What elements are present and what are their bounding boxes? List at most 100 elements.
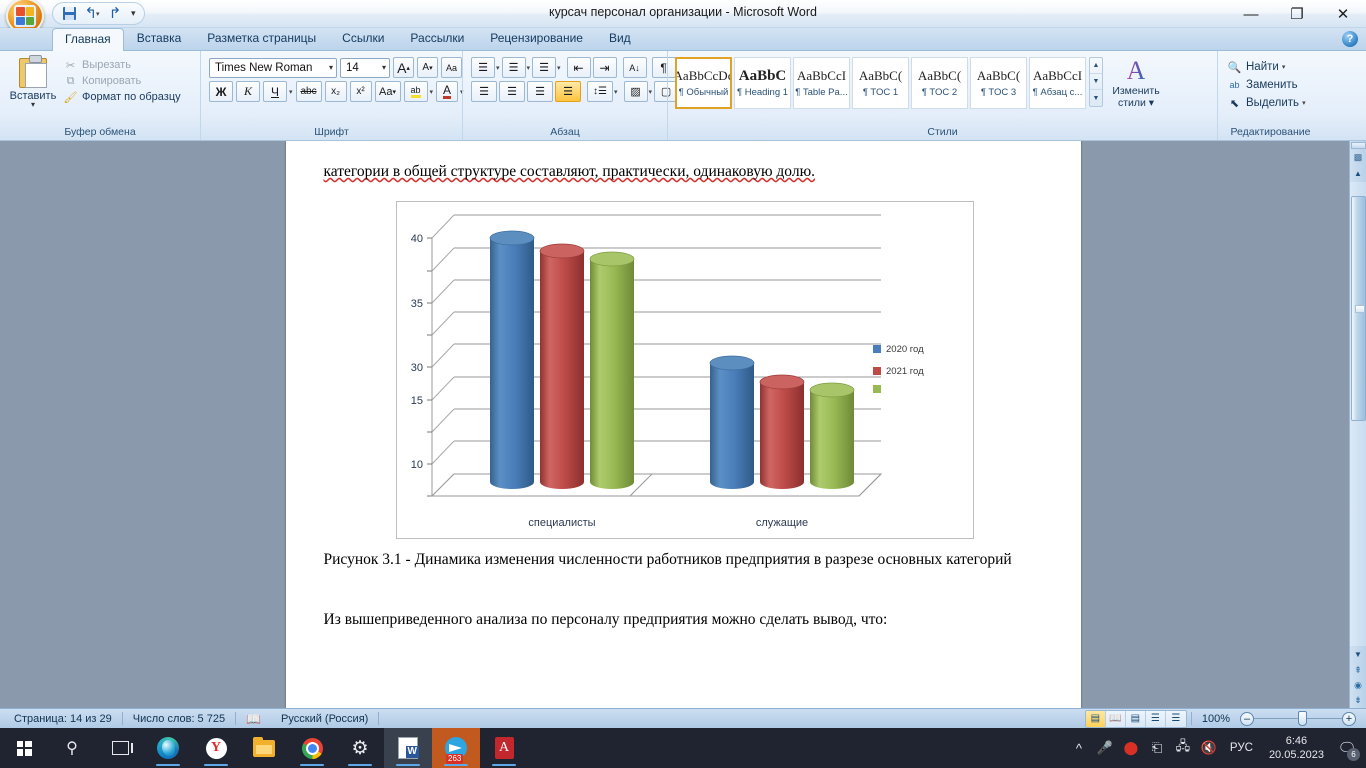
- sort-button[interactable]: A↓: [622, 57, 647, 78]
- view-web-layout-button[interactable]: ▤: [1125, 710, 1146, 727]
- numbering-button[interactable]: ☰: [501, 57, 526, 78]
- grow-font-button[interactable]: A ▴: [393, 57, 414, 78]
- highlight-caret-icon[interactable]: ▾: [430, 88, 434, 96]
- taskbar-file-explorer[interactable]: [240, 728, 288, 768]
- shading-button[interactable]: ▨: [623, 81, 648, 102]
- scroll-thumb[interactable]: [1350, 196, 1366, 421]
- zoom-track[interactable]: [1254, 711, 1342, 726]
- underline-caret-icon[interactable]: ▾: [289, 88, 293, 96]
- subscript-button[interactable]: x₂: [324, 81, 347, 102]
- font-color-button[interactable]: A: [436, 81, 459, 102]
- shading-caret-icon[interactable]: ▾: [649, 88, 653, 96]
- status-proofing[interactable]: 📖: [236, 712, 271, 726]
- change-styles-button[interactable]: A Изменить стили ▾: [1105, 54, 1167, 110]
- multilevel-caret-icon[interactable]: ▾: [557, 64, 561, 72]
- line-spacing-caret-icon[interactable]: ▾: [614, 88, 618, 96]
- replace-button[interactable]: ab Заменить: [1227, 78, 1306, 92]
- split-window-handle[interactable]: [1350, 142, 1366, 149]
- microphone-icon[interactable]: 🎤: [1092, 728, 1118, 768]
- shrink-font-button[interactable]: A ▾: [417, 57, 438, 78]
- view-outline-button[interactable]: ☰: [1145, 710, 1166, 727]
- underline-button[interactable]: Ч: [263, 81, 287, 102]
- document-canvas[interactable]: категории в общей структуре составляют, …: [0, 141, 1366, 708]
- strikethrough-button[interactable]: abc: [295, 81, 322, 102]
- minimize-button[interactable]: —: [1228, 0, 1274, 28]
- usb-icon[interactable]: ⎗: [1144, 728, 1170, 768]
- line-spacing-button[interactable]: ↕☰: [587, 81, 613, 102]
- view-full-screen-reading-button[interactable]: 📖: [1105, 710, 1126, 727]
- notification-center-button[interactable]: 🗨 6: [1332, 728, 1362, 768]
- select-browse-object-icon[interactable]: ▩: [1351, 150, 1366, 165]
- taskbar-acrobat[interactable]: A: [480, 728, 528, 768]
- tab-page-layout[interactable]: Разметка страницы: [194, 27, 329, 50]
- tab-review[interactable]: Рецензирование: [477, 27, 596, 50]
- figure-caption[interactable]: Рисунок 3.1 - Динамика изменения численн…: [324, 543, 1047, 577]
- paste-button[interactable]: Вставить ▾: [5, 54, 61, 109]
- text-highlight-button[interactable]: ab: [403, 81, 428, 102]
- bullets-caret-icon[interactable]: ▾: [496, 64, 500, 72]
- chart-object[interactable]: 40 35 30 15 10 специалисты служащие 2020…: [396, 201, 974, 539]
- style-item-toc-2[interactable]: AaBbC( ¶ TOC 2: [911, 57, 968, 109]
- style-item-abzats[interactable]: AaBbCcI ¶ Абзац с...: [1029, 57, 1086, 109]
- styles-scroll-down-icon[interactable]: ▼: [1090, 74, 1102, 90]
- taskbar-telegram[interactable]: 6 263: [432, 728, 480, 768]
- document-vertical-scrollbar[interactable]: ▩ ▲ ▼ ⇞ ◉ ⇟: [1349, 141, 1366, 708]
- tab-home[interactable]: Главная: [52, 28, 124, 51]
- language-indicator[interactable]: РУС: [1222, 742, 1261, 754]
- style-item-heading-1[interactable]: AaBbC ¶ Heading 1: [734, 57, 791, 109]
- multilevel-list-button[interactable]: ☰: [532, 57, 557, 78]
- scroll-down-button[interactable]: ▼: [1350, 646, 1366, 663]
- next-page-button[interactable]: ⇟: [1351, 693, 1366, 708]
- tab-references[interactable]: Ссылки: [329, 27, 397, 50]
- show-hidden-icons-button[interactable]: ^: [1066, 728, 1092, 768]
- tab-insert[interactable]: Вставка: [124, 27, 195, 50]
- network-icon[interactable]: 🖧: [1170, 728, 1196, 768]
- align-right-button[interactable]: ☰: [527, 81, 553, 102]
- status-word-count[interactable]: Число слов: 5 725: [123, 713, 235, 725]
- browse-object-button[interactable]: ◉: [1351, 678, 1366, 693]
- find-caret-icon[interactable]: ▾: [1282, 63, 1286, 71]
- styles-gallery-scrollbar[interactable]: ▲ ▼ ▼: [1089, 57, 1103, 107]
- view-print-layout-button[interactable]: ▤: [1085, 710, 1106, 727]
- scroll-up-button[interactable]: ▲: [1350, 165, 1366, 182]
- start-button[interactable]: [0, 728, 48, 768]
- style-item-table-paragraph[interactable]: AaBbCcI ¶ Table Pa...: [793, 57, 850, 109]
- clock[interactable]: 6:46 20.05.2023: [1261, 734, 1332, 762]
- font-name-combo[interactable]: Times New Roman ▾: [209, 57, 337, 78]
- select-button[interactable]: ⬉ Выделить ▾: [1227, 96, 1306, 110]
- format-painter-button[interactable]: 🖌 Формат по образцу: [63, 90, 181, 104]
- volume-muted-icon[interactable]: 🔇: [1196, 728, 1222, 768]
- increase-indent-button[interactable]: ⇥: [592, 57, 617, 78]
- font-size-caret-icon[interactable]: ▾: [376, 63, 386, 72]
- change-case-button[interactable]: Aa ▾: [374, 81, 401, 102]
- tab-view[interactable]: Вид: [596, 27, 644, 50]
- document-page[interactable]: категории в общей структуре составляют, …: [285, 141, 1081, 708]
- paragraph-below-figure[interactable]: Из вышеприведенного анализа по персоналу…: [324, 603, 1047, 637]
- bold-button[interactable]: Ж: [209, 81, 233, 102]
- style-item-normal[interactable]: AaBbCcDc ¶ Обычный: [675, 57, 732, 109]
- taskbar-settings[interactable]: ⚙: [336, 728, 384, 768]
- cut-button[interactable]: ✂ Вырезать: [63, 58, 181, 72]
- styles-more-icon[interactable]: ▼: [1090, 90, 1102, 106]
- maximize-button[interactable]: ❐: [1274, 0, 1320, 28]
- font-name-caret-icon[interactable]: ▾: [323, 63, 333, 72]
- style-item-toc-3[interactable]: AaBbC( ¶ TOC 3: [970, 57, 1027, 109]
- zoom-handle[interactable]: [1298, 711, 1307, 726]
- status-page[interactable]: Страница: 14 из 29: [4, 713, 122, 725]
- font-size-combo[interactable]: 14 ▾: [340, 57, 390, 78]
- taskbar-word[interactable]: [384, 728, 432, 768]
- taskbar-yandex[interactable]: Y: [192, 728, 240, 768]
- tab-mailings[interactable]: Рассылки: [397, 27, 477, 50]
- clear-formatting-button[interactable]: Aa: [441, 57, 462, 78]
- decrease-indent-button[interactable]: ⇤: [566, 57, 591, 78]
- paste-caret-icon[interactable]: ▾: [31, 101, 35, 109]
- zoom-level-label[interactable]: 100%: [1196, 713, 1236, 725]
- zoom-in-button[interactable]: +: [1342, 711, 1356, 726]
- superscript-button[interactable]: x²: [349, 81, 372, 102]
- task-view-button[interactable]: [96, 728, 144, 768]
- align-justify-button[interactable]: ☰: [555, 81, 581, 102]
- style-item-toc-1[interactable]: AaBbC( ¶ TOC 1: [852, 57, 909, 109]
- align-left-button[interactable]: ☰: [471, 81, 497, 102]
- previous-page-button[interactable]: ⇞: [1351, 663, 1366, 678]
- align-center-button[interactable]: ☰: [499, 81, 525, 102]
